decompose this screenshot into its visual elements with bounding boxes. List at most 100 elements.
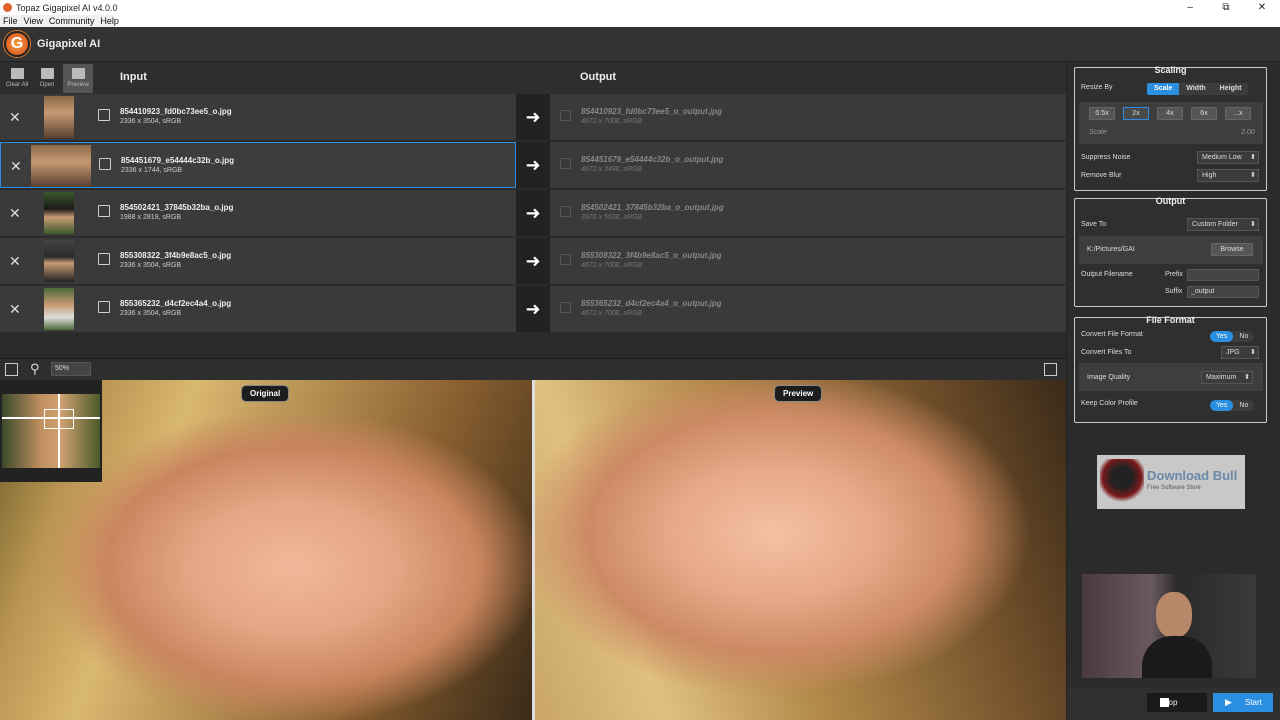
menu-help[interactable]: Help xyxy=(97,15,122,27)
resize-by-label: Resize By xyxy=(1081,84,1113,91)
suffix-label: Suffix xyxy=(1165,288,1183,295)
file-thumbnail xyxy=(31,145,91,187)
convert-format-toggle[interactable]: Yes No xyxy=(1210,331,1255,342)
open-button[interactable]: Open xyxy=(32,64,62,93)
remove-file-icon[interactable]: ✕ xyxy=(9,301,21,318)
minimize-button[interactable]: – xyxy=(1172,0,1208,15)
keep-profile-label: Keep Color Profile xyxy=(1081,400,1138,407)
settings-panel: Scaling Resize By Scale Width Height 0.5… xyxy=(1066,62,1280,720)
scale-custom[interactable]: ...x xyxy=(1225,107,1251,120)
maximize-button[interactable]: ⧉ xyxy=(1208,0,1244,15)
file-format-title: File Format xyxy=(1146,315,1195,325)
remove-file-icon[interactable]: ✕ xyxy=(9,109,21,126)
file-name: 854451679_e54444c32b_o.jpg xyxy=(121,156,234,165)
file-thumbnail xyxy=(44,288,74,330)
open-external-icon[interactable] xyxy=(98,109,110,121)
keep-profile-yes[interactable]: Yes xyxy=(1210,400,1234,411)
output-file-name: 854451679_e54444c32b_o_output.jpg xyxy=(581,155,724,164)
path-row: K:/Pictures/GAI Browse xyxy=(1079,236,1263,264)
navigator-viewport-box[interactable] xyxy=(44,409,74,429)
suppress-noise-select[interactable]: Medium Low xyxy=(1197,151,1259,164)
brand-tagline: Free Software Store xyxy=(1147,485,1201,491)
output-file-name: 855365232_d4cf2ec4a4_o_output.jpg xyxy=(581,299,722,308)
open-external-icon[interactable] xyxy=(98,301,110,313)
image-quality-select[interactable]: Maximum xyxy=(1201,371,1253,384)
webcam-overlay xyxy=(1082,574,1256,678)
mode-width[interactable]: Width xyxy=(1179,83,1213,95)
image-quality-row: Image Quality Maximum xyxy=(1079,363,1263,391)
save-to-select[interactable]: Custom Folder xyxy=(1187,218,1259,231)
brand-name: Download Bull xyxy=(1147,468,1238,483)
open-external-icon[interactable] xyxy=(99,158,111,170)
scale-2x[interactable]: 2x xyxy=(1123,107,1149,120)
open-external-icon[interactable] xyxy=(98,253,110,265)
fit-view-icon[interactable] xyxy=(5,363,18,376)
output-link-icon xyxy=(560,158,571,169)
menu-view[interactable]: View xyxy=(21,15,46,27)
scaling-title: Scaling xyxy=(1154,65,1187,75)
clear-all-button[interactable]: Clear All xyxy=(2,64,32,93)
mode-height[interactable]: Height xyxy=(1212,83,1249,95)
output-file-meta: 4672 x 7008, sRGB xyxy=(581,310,643,317)
collapse-preview-icon[interactable] xyxy=(1044,363,1057,376)
arrow-right-icon: ➜ xyxy=(516,190,550,236)
enhanced-preview-image[interactable] xyxy=(535,380,1066,720)
remove-file-icon[interactable]: ✕ xyxy=(9,253,21,270)
remove-file-icon[interactable]: ✕ xyxy=(9,205,21,222)
output-file-meta: 4672 x 7008, sRGB xyxy=(581,262,643,269)
keep-profile-no[interactable]: No xyxy=(1233,400,1254,411)
file-thumbnail xyxy=(44,96,74,138)
app-small-icon xyxy=(3,3,12,12)
start-button[interactable]: Start xyxy=(1213,693,1273,712)
scale-value[interactable]: 2.00 xyxy=(1241,129,1255,136)
toolbar: Clear All Open Preview xyxy=(0,62,1066,94)
window-title: Topaz Gigapixel AI v4.0.0 xyxy=(16,2,118,13)
open-external-icon[interactable] xyxy=(98,205,110,217)
resize-mode-segment: Scale Width Height xyxy=(1147,83,1249,95)
scale-6x[interactable]: 6x xyxy=(1191,107,1217,120)
file-row[interactable]: ✕ 854451679_e54444c32b_o.jpg 2336 x 1744… xyxy=(0,142,1066,190)
file-thumbnail xyxy=(44,240,74,282)
navigator-thumbnail[interactable] xyxy=(0,380,102,482)
arrow-right-icon: ➜ xyxy=(516,286,550,332)
menu-file[interactable]: File xyxy=(0,15,21,27)
suffix-input[interactable]: _output xyxy=(1187,286,1259,298)
file-row[interactable]: ✕ 855308322_3f4b9e8ac5_o.jpg 2336 x 3504… xyxy=(0,238,1066,286)
mode-scale[interactable]: Scale xyxy=(1147,83,1180,95)
output-filename-label: Output Filename xyxy=(1081,271,1133,278)
input-column-header: Input xyxy=(120,71,147,83)
convert-to-select[interactable]: JPG xyxy=(1221,346,1259,359)
file-row[interactable]: ✕ 854502421_37845b32ba_o.jpg 1988 x 2819… xyxy=(0,190,1066,238)
remove-file-icon[interactable]: ✕ xyxy=(10,158,22,175)
browse-button[interactable]: Browse xyxy=(1211,243,1253,256)
bull-logo-icon xyxy=(1100,459,1144,505)
file-meta: 2336 x 3504, sRGB xyxy=(120,118,182,125)
file-row[interactable]: ✕ 855365232_d4cf2ec4a4_o.jpg 2336 x 3504… xyxy=(0,286,1066,334)
scale-4x[interactable]: 4x xyxy=(1157,107,1183,120)
preview-area: Original Preview xyxy=(0,380,1066,720)
prefix-input[interactable] xyxy=(1187,269,1259,281)
file-row[interactable]: ✕ 854410923_fd0bc73ee5_o.jpg 2336 x 3504… xyxy=(0,94,1066,142)
scale-options: 0.5x 2x 4x 6x ...x Scale 2.00 xyxy=(1079,102,1263,144)
scale-label: Scale xyxy=(1089,129,1107,136)
preview-icon xyxy=(71,68,85,79)
prefix-label: Prefix xyxy=(1165,271,1183,278)
output-title: Output xyxy=(1155,196,1186,206)
zoom-select[interactable]: 50% xyxy=(51,362,91,376)
file-meta: 1988 x 2819, sRGB xyxy=(120,214,182,221)
stop-button[interactable]: Stop xyxy=(1147,693,1207,712)
scale-0-5x[interactable]: 0.5x xyxy=(1089,107,1115,120)
keep-profile-toggle[interactable]: Yes No xyxy=(1210,400,1255,411)
remove-blur-select[interactable]: High xyxy=(1197,169,1259,182)
preview-button[interactable]: Preview xyxy=(63,64,93,93)
convert-format-label: Convert File Format xyxy=(1081,331,1143,338)
file-format-section: File Format Convert File Format Yes No C… xyxy=(1074,315,1267,423)
convert-no[interactable]: No xyxy=(1233,331,1254,342)
output-link-icon xyxy=(560,254,571,265)
menu-bar: File View Community Help xyxy=(0,15,1280,27)
output-section: Output Save To Custom Folder K:/Pictures… xyxy=(1074,196,1267,307)
convert-yes[interactable]: Yes xyxy=(1210,331,1234,342)
file-meta: 2336 x 1744, sRGB xyxy=(121,167,183,174)
menu-community[interactable]: Community xyxy=(46,15,98,27)
close-window-button[interactable]: ✕ xyxy=(1244,0,1280,15)
